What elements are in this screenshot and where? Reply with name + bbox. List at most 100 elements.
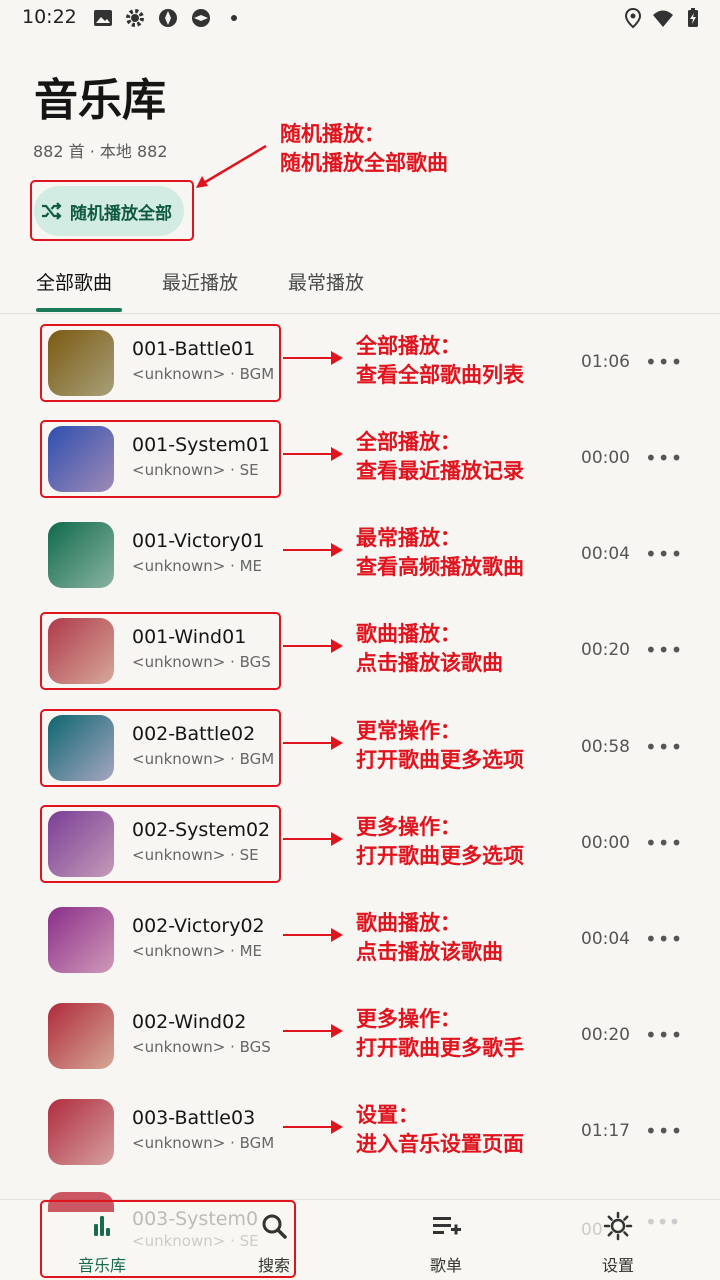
more-options-icon[interactable]: ••• [645,1015,682,1055]
annotation-line: 打开歌曲更多选项 [356,844,524,868]
annotation-line: 更多操作： [356,1007,461,1031]
shuffle-all-button[interactable]: 随机播放全部 [34,186,184,236]
annotation-arrow [283,928,343,942]
annotation-line: 全部播放： [356,430,461,454]
annotation-line: 进入音乐设置页面 [356,1132,524,1156]
nav-playlists[interactable]: 歌单 [386,1200,506,1280]
page-title: 音乐库 [34,75,166,126]
gear-icon [126,9,144,27]
annotation-line: 查看最近播放记录 [356,459,524,483]
song-title: 002-Victory02 [132,915,265,937]
song-title: 002-System02 [132,819,271,841]
song-title: 001-Wind01 [132,626,247,648]
annotation-text: 更多操作： 打开歌曲更多歌手 [356,1005,524,1063]
tab-most-played[interactable]: 最常播放 [288,268,364,295]
more-options-icon[interactable]: ••• [645,919,682,959]
more-options-icon[interactable]: ••• [645,727,682,767]
app-icon [159,9,177,27]
image-icon [94,10,112,26]
song-row[interactable]: 002-System02 <unknown> · SE 00:00 ••• 更多操作： 打… [0,803,720,899]
annotation-arrow [283,1024,343,1038]
annotation-text: 歌曲播放： 点击播放该歌曲 [356,620,503,678]
song-row[interactable]: 003-Battle03 <unknown> · BGM 01:17 ••• 设置： 进入… [0,1091,720,1187]
song-row[interactable]: 002-Victory02 <unknown> · ME 00:04 ••• 歌曲播放：… [0,899,720,995]
wifi-icon [653,10,673,27]
annotation-line: 打开歌曲更多选项 [356,748,524,772]
song-subtitle: <unknown> · BGM [132,365,275,383]
annotation-text: 最常播放： 查看高频播放歌曲 [356,524,524,582]
annotation-line: 歌曲播放： [356,911,461,935]
annotation-line: 打开歌曲更多歌手 [356,1036,524,1060]
song-title: 001-System01 [132,434,271,456]
song-subtitle: <unknown> · BGS [132,1038,271,1056]
tab-all-songs[interactable]: 全部歌曲 [36,268,112,295]
annotation-line: 查看高频播放歌曲 [356,555,524,579]
song-title: 001-Victory01 [132,530,265,552]
annotation-text: 全部播放： 查看最近播放记录 [356,428,524,486]
tab-bar: 全部歌曲 最近播放 最常播放 [0,262,720,314]
song-title: 002-Wind02 [132,1011,247,1033]
song-duration: 01:17 [581,1121,630,1141]
song-subtitle: <unknown> · BGM [132,750,275,768]
bar-chart-icon [94,1216,110,1236]
song-thumbnail [48,1003,114,1069]
tab-recent[interactable]: 最近播放 [162,268,238,295]
song-subtitle: <unknown> · ME [132,942,263,960]
settings-icon [603,1211,633,1241]
annotation-line: 歌曲播放： [356,622,461,646]
song-thumbnail [48,522,114,588]
partial-song-duration: 00 [581,1220,603,1240]
annotation-line: 点击播放该歌曲 [356,651,503,675]
annotation-text: 随机播放： 随机播放全部歌曲 [280,120,448,178]
tab-indicator [36,308,122,312]
battery-icon [688,8,698,27]
song-row[interactable]: 001-Wind01 <unknown> · BGS 00:20 ••• 歌曲播放： 点击… [0,610,720,706]
more-options-icon[interactable]: ••• [645,342,682,382]
song-subtitle: <unknown> · SE [132,846,259,864]
song-duration: 00:04 [581,544,630,564]
status-time: 10:22 [22,6,77,28]
shuffle-all-label: 随机播放全部 [70,203,172,224]
annotation-arrow [283,447,343,461]
more-options-icon[interactable]: ••• [645,630,682,670]
annotation-text: 设置： 进入音乐设置页面 [356,1101,524,1159]
annotation-line: 设置： [356,1103,419,1127]
more-options-icon[interactable]: ••• [645,438,682,478]
more-options-icon[interactable]: ••• [645,534,682,574]
annotation-arrow [283,1120,343,1134]
song-subtitle: <unknown> · SE [132,461,259,479]
more-options-icon: ••• [645,1210,681,1234]
annotation-line: 查看全部歌曲列表 [356,363,524,387]
song-row[interactable]: 002-Battle02 <unknown> · BGM 00:58 ••• 更常操作：… [0,707,720,803]
song-subtitle: <unknown> · ME [132,557,263,575]
song-thumbnail [48,811,114,877]
song-duration: 01:06 [581,352,630,372]
more-options-icon[interactable]: ••• [645,823,682,863]
song-row[interactable]: 002-Wind02 <unknown> · BGS 00:20 ••• 更多操作： 打开… [0,995,720,1091]
annotation-line: 更多操作： [356,815,461,839]
more-options-icon[interactable]: ••• [645,1111,682,1151]
playlist-add-icon [433,1217,461,1235]
song-row[interactable]: 001-Battle01 <unknown> · BGM 01:06 ••• 全部播放：… [0,322,720,418]
song-duration: 00:20 [581,1025,630,1045]
annotation-arrow [283,736,343,750]
song-subtitle: <unknown> · BGS [132,653,271,671]
song-duration: 00:20 [581,640,630,660]
nav-label: 设置 [601,1256,634,1275]
song-duration: 00:58 [581,737,630,757]
location-icon [624,7,642,29]
song-title: 002-Battle02 [132,723,256,745]
song-subtitle: <unknown> · BGM [132,1134,275,1152]
annotation-arrow [196,144,267,188]
annotation-line: 更常操作： [356,719,461,743]
song-row[interactable]: 001-System01 <unknown> · SE 00:00 ••• 全部播放： 查… [0,418,720,514]
song-thumbnail [48,426,114,492]
status-bar: 10:22 [0,0,720,36]
song-thumbnail [48,330,114,396]
song-thumbnail [48,618,114,684]
song-duration: 00:00 [581,833,630,853]
annotation-text: 更常操作： 打开歌曲更多选项 [356,717,524,775]
annotation-arrow [283,543,343,557]
song-thumbnail [48,907,114,973]
song-row[interactable]: 001-Victory01 <unknown> · ME 00:04 ••• 最常播放：… [0,514,720,610]
